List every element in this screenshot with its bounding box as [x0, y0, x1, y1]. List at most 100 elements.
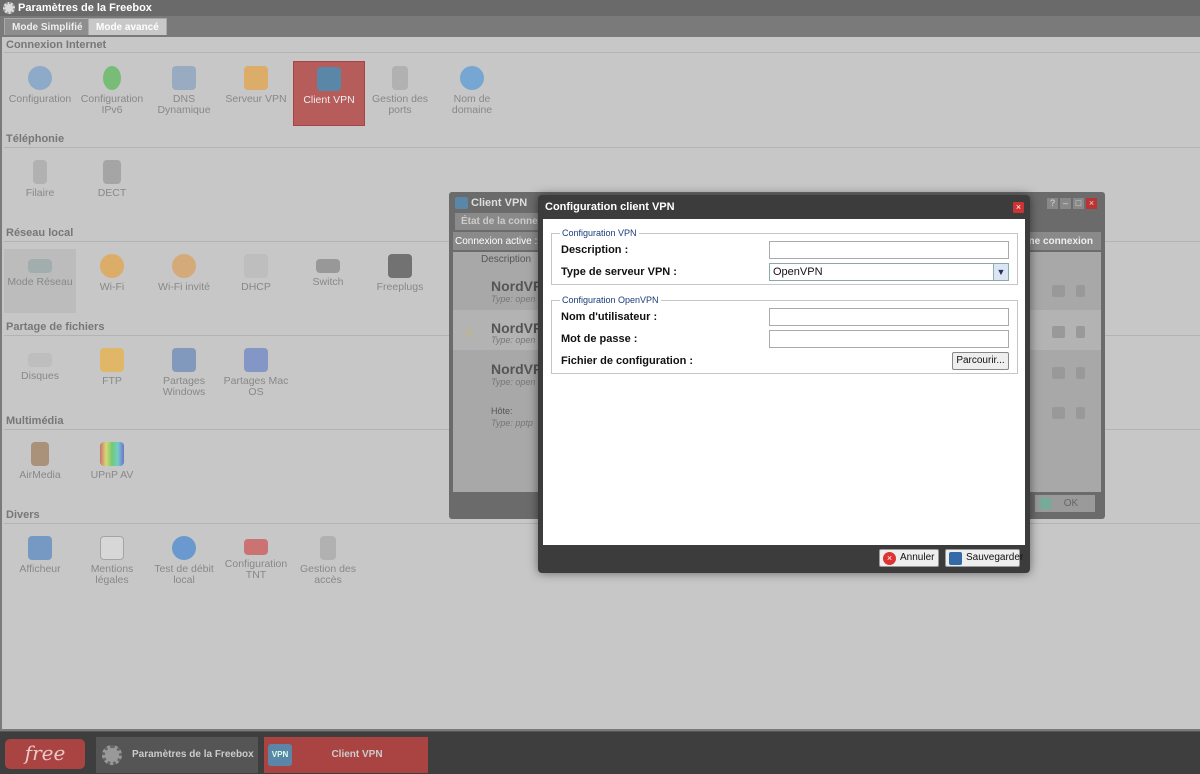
item-gestion-ports[interactable]: Gestion des ports — [364, 61, 436, 125]
tab-mode-simplifie[interactable]: Mode Simplifié — [4, 18, 91, 35]
linux-doc-icon — [100, 536, 124, 560]
gear-icon — [3, 2, 15, 14]
app-title: Paramètres de la Freebox — [18, 2, 152, 14]
trash-icon[interactable] — [1076, 285, 1085, 297]
trash-icon[interactable] — [1076, 367, 1085, 379]
password-label: Mot de passe : — [561, 333, 638, 345]
save-button[interactable]: Sauvegarder — [945, 549, 1023, 567]
item-nom-domaine[interactable]: Nom de domaine — [436, 61, 508, 125]
maximize-icon[interactable]: □ — [1073, 198, 1084, 209]
divider — [4, 147, 1200, 148]
trash-icon[interactable] — [1076, 326, 1085, 338]
cancel-button[interactable]: × Annuler — [879, 549, 939, 567]
edit-icon[interactable] — [1052, 326, 1065, 338]
item-serveur-vpn[interactable]: Serveur VPN — [220, 61, 292, 125]
gear-icon — [102, 745, 122, 765]
row-type: Type: open — [491, 294, 536, 304]
row-type: Type: open — [491, 377, 536, 387]
item-disques[interactable]: Disques — [4, 343, 76, 407]
item-configuration[interactable]: Configuration — [4, 61, 76, 125]
item-mode-reseau[interactable]: Mode Réseau — [4, 249, 76, 313]
item-client-vpn[interactable]: Client VPN — [293, 61, 365, 126]
password-input[interactable] — [769, 330, 1009, 348]
item-label: Wi-Fi invité — [158, 281, 210, 293]
item-label: Partages Mac OS — [223, 375, 289, 398]
task-parametres-freebox[interactable]: Paramètres de la Freebox — [96, 737, 258, 773]
item-freeplugs[interactable]: Freeplugs — [364, 249, 436, 313]
section-title-multimedia: Multimédia — [6, 415, 64, 427]
cancel-label: Annuler — [900, 552, 935, 563]
trash-icon[interactable] — [1076, 407, 1085, 419]
window-controls: ? – □ × — [1045, 197, 1097, 209]
chevron-down-icon[interactable]: ▼ — [993, 264, 1008, 280]
vpn-icon: VPN — [268, 744, 292, 766]
edit-icon[interactable] — [1052, 367, 1065, 379]
app-title-bar: Paramètres de la Freebox — [0, 0, 1200, 16]
item-airmedia[interactable]: AirMedia — [4, 437, 76, 501]
username-label: Nom d'utilisateur : — [561, 311, 658, 323]
router-icon — [28, 259, 52, 273]
divider — [4, 52, 1200, 53]
item-switch[interactable]: Switch — [292, 249, 364, 313]
star-icon[interactable]: ☆ — [463, 324, 476, 341]
description-input[interactable] — [769, 241, 1009, 259]
item-wifi[interactable]: Wi-Fi — [76, 249, 148, 313]
item-label: Mentions légales — [90, 563, 134, 586]
server-type-select[interactable]: OpenVPN ▼ — [769, 263, 1009, 281]
edit-icon[interactable] — [1052, 407, 1065, 419]
minimize-icon[interactable]: – — [1060, 198, 1071, 209]
item-mentions-legales[interactable]: Mentions légales — [76, 531, 148, 595]
disk-icon — [28, 353, 52, 367]
item-partages-macos[interactable]: Partages Mac OS — [220, 343, 292, 407]
tnt-icon — [244, 539, 268, 555]
section-title-internet: Connexion Internet — [6, 39, 107, 51]
vpn-icon — [455, 197, 468, 209]
item-configuration-ipv6[interactable]: Configuration IPv6 — [76, 61, 148, 125]
windows-share-icon — [172, 348, 196, 372]
free-logo-button[interactable]: free — [5, 739, 85, 769]
phone-icon — [33, 160, 47, 184]
vpn-client-icon — [317, 67, 341, 91]
item-partages-windows[interactable]: Partages Windows — [148, 343, 220, 407]
dhcp-icon — [244, 254, 268, 278]
wifi-guest-icon — [172, 254, 196, 278]
fieldset-vpn: Configuration VPN Description : Type de … — [551, 228, 1018, 285]
config-client-vpn-dialog: Configuration client VPN × Configuration… — [538, 195, 1030, 573]
item-filaire[interactable]: Filaire — [4, 155, 76, 219]
item-test-debit[interactable]: Test de débit local — [148, 531, 220, 595]
item-label: Serveur VPN — [225, 93, 287, 105]
item-dect[interactable]: DECT — [76, 155, 148, 219]
item-label: Wi-Fi — [99, 281, 125, 293]
item-afficheur[interactable]: Afficheur — [4, 531, 76, 595]
edit-icon[interactable] — [1052, 285, 1065, 297]
item-configuration-tnt[interactable]: Configuration TNT — [220, 531, 292, 595]
row-type: Type: open — [491, 335, 536, 345]
username-input[interactable] — [769, 308, 1009, 326]
column-header-description: Description — [481, 254, 532, 265]
switch-icon — [316, 259, 340, 273]
config-file-label: Fichier de configuration : — [561, 355, 694, 367]
help-icon[interactable]: ? — [1047, 198, 1058, 209]
cancel-icon: × — [883, 552, 896, 565]
new-connection-button[interactable]: une connexion — [1022, 236, 1093, 247]
lock-6-icon — [103, 66, 121, 90]
active-connection-label: Connexion active : — [455, 236, 538, 247]
item-dhcp[interactable]: DHCP — [220, 249, 292, 313]
item-label: DNS Dynamique — [157, 93, 211, 116]
item-upnp-av[interactable]: UPnP AV — [76, 437, 148, 501]
tab-mode-avance[interactable]: Mode avancé — [88, 18, 167, 35]
browse-button[interactable]: Parcourir... — [952, 352, 1009, 370]
gears-icon — [28, 66, 52, 90]
item-dns-dynamique[interactable]: DNS Dynamique — [148, 61, 220, 125]
item-label: Client VPN — [303, 94, 355, 106]
fieldset-openvpn: Configuration OpenVPN Nom d'utilisateur … — [551, 295, 1018, 374]
close-icon[interactable]: × — [1013, 202, 1024, 213]
ok-button[interactable]: OK — [1035, 495, 1095, 512]
item-ftp[interactable]: FTP — [76, 343, 148, 407]
item-wifi-invite[interactable]: Wi-Fi invité — [148, 249, 220, 313]
item-label: Partages Windows — [162, 375, 206, 398]
item-gestion-acces[interactable]: Gestion des accès — [292, 531, 364, 595]
close-icon[interactable]: × — [1086, 198, 1097, 209]
item-label: UPnP AV — [90, 469, 134, 481]
task-client-vpn[interactable]: VPN Client VPN — [264, 737, 428, 773]
